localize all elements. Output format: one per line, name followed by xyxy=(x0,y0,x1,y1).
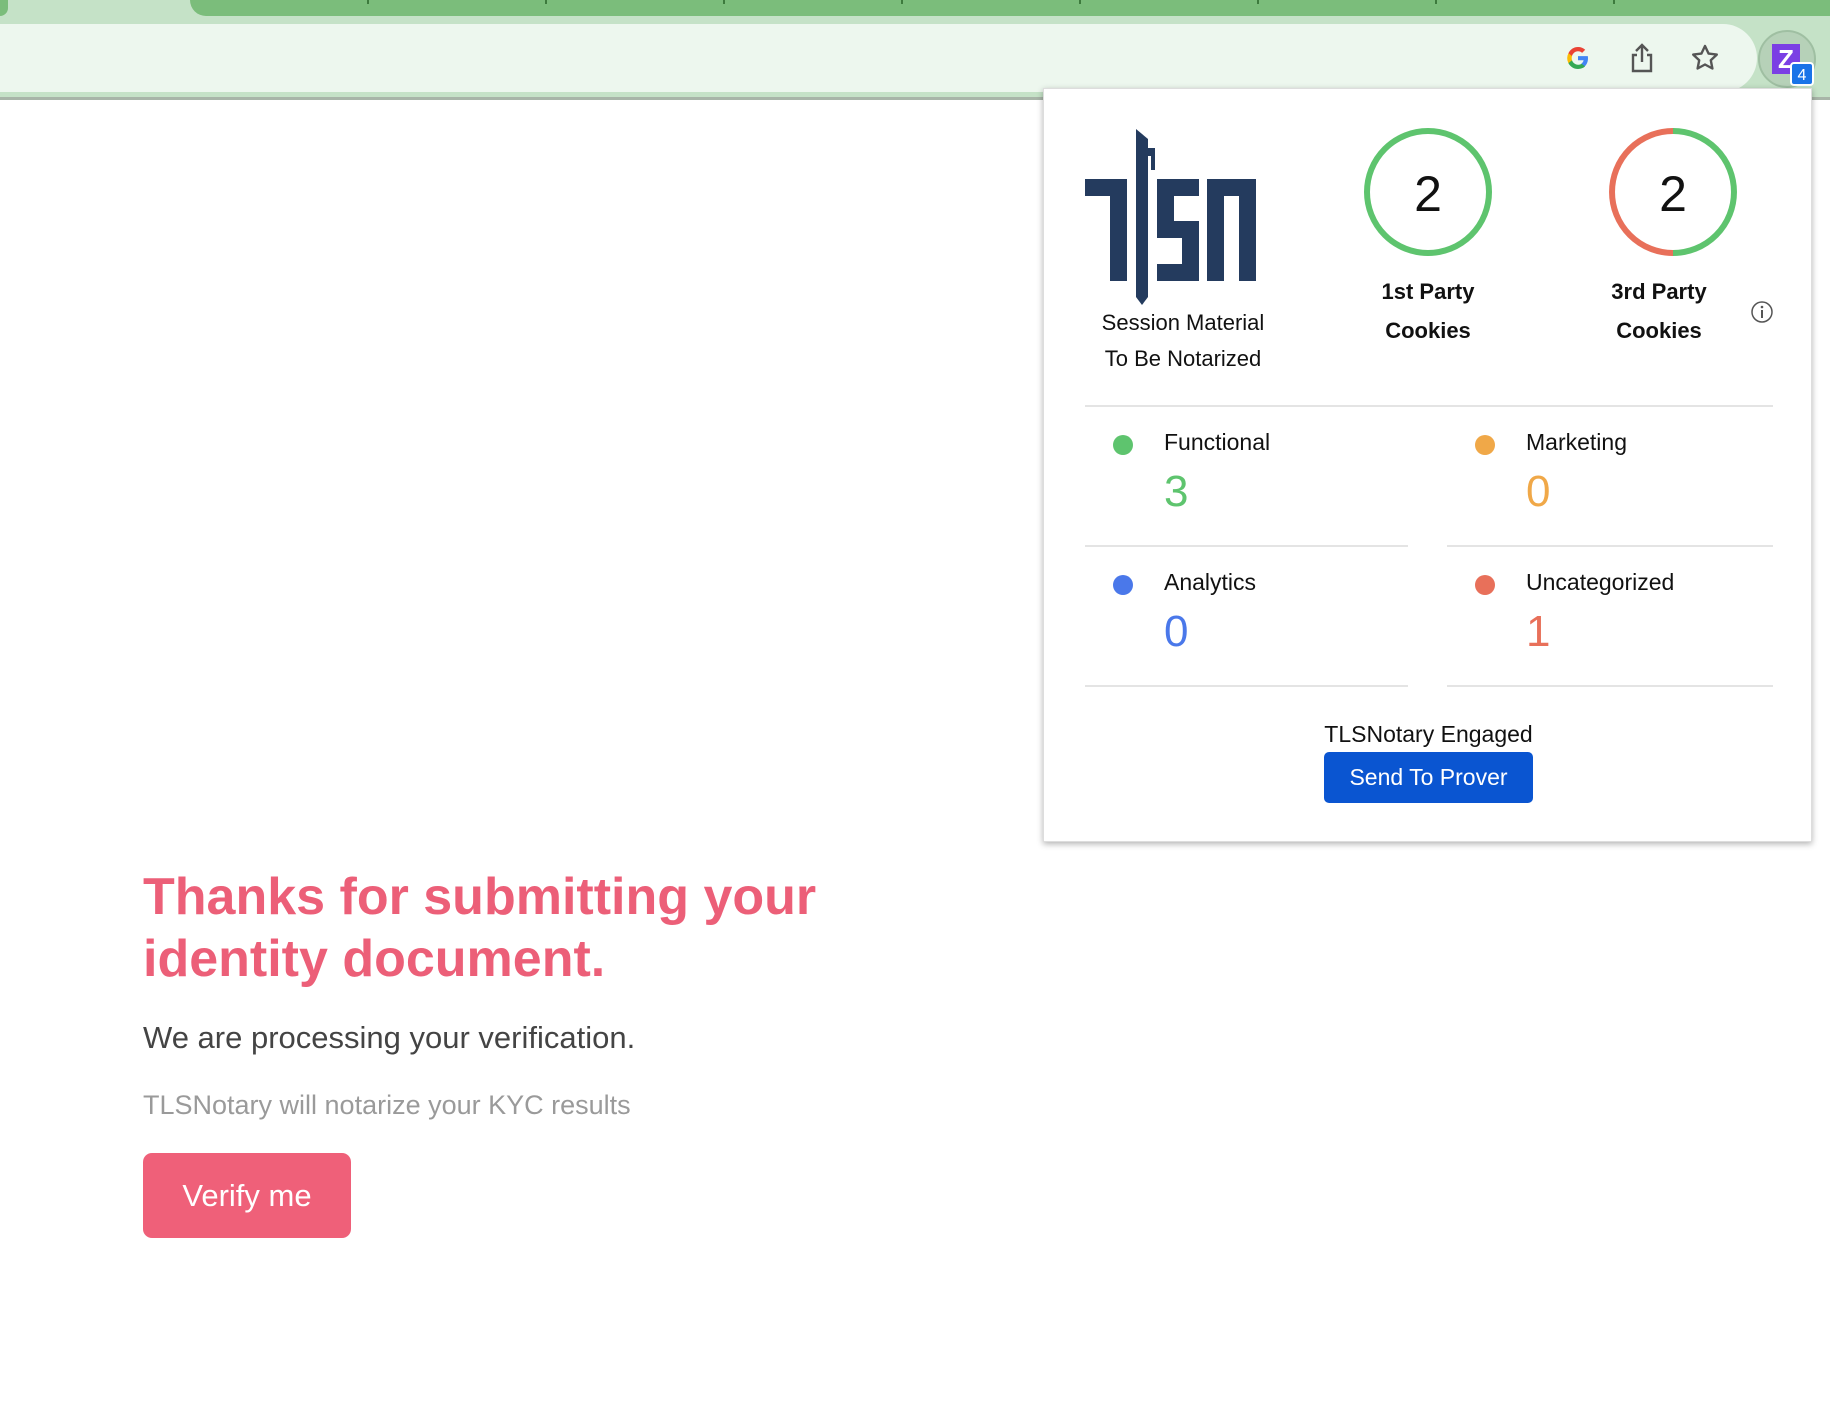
tab-separator xyxy=(723,0,725,4)
analytics-dot xyxy=(1113,575,1133,595)
marketing-dot xyxy=(1475,435,1495,455)
third-party-label-2: Cookies xyxy=(1616,318,1702,343)
star-icon[interactable] xyxy=(1687,40,1723,76)
category-count: 1 xyxy=(1526,607,1551,656)
tab-separator xyxy=(1079,0,1081,4)
first-party-label-2: Cookies xyxy=(1385,318,1471,343)
info-icon[interactable] xyxy=(1750,300,1774,324)
page-title: Thanks for submitting your identity docu… xyxy=(143,868,817,988)
address-bar[interactable] xyxy=(0,24,1757,92)
extension-button[interactable]: Z 4 xyxy=(1758,30,1816,88)
category-label: Uncategorized xyxy=(1526,569,1675,595)
extension-popup: Session Material To Be Notarized 2 1st P… xyxy=(1043,88,1812,842)
logo-caption-line2: To Be Notarized xyxy=(1104,346,1262,371)
first-party-label-1: 1st Party xyxy=(1381,279,1475,304)
first-party-count: 2 xyxy=(1414,166,1442,222)
share-icon[interactable] xyxy=(1624,40,1660,76)
tab-separator xyxy=(367,0,369,4)
verify-me-button[interactable]: Verify me xyxy=(143,1153,351,1238)
extension-badge: 4 xyxy=(1790,62,1814,86)
third-party-count: 2 xyxy=(1659,166,1687,222)
tab-separator xyxy=(545,0,547,4)
divider xyxy=(1447,685,1773,687)
category-uncategorized: Uncategorized 1 xyxy=(1447,545,1773,685)
category-label: Analytics xyxy=(1164,569,1257,595)
category-count: 3 xyxy=(1164,467,1189,516)
subtitle: We are processing your verification. xyxy=(143,1020,636,1055)
category-count: 0 xyxy=(1526,467,1551,516)
send-to-prover-button[interactable]: Send To Prover xyxy=(1324,752,1533,803)
tab-separator xyxy=(1613,0,1615,4)
divider xyxy=(1085,685,1408,687)
category-label: Functional xyxy=(1164,429,1271,455)
tab-separator xyxy=(1435,0,1437,4)
category-analytics: Analytics 0 xyxy=(1085,545,1408,685)
third-party-label-1: 3rd Party xyxy=(1611,279,1707,304)
google-icon[interactable] xyxy=(1560,40,1596,76)
tlsn-logo xyxy=(1085,129,1256,305)
note-text: TLSNotary will notarize your KYC results xyxy=(143,1090,631,1120)
category-count: 0 xyxy=(1164,607,1189,656)
functional-dot xyxy=(1113,435,1133,455)
category-marketing: Marketing 0 xyxy=(1447,405,1773,545)
category-label: Marketing xyxy=(1526,429,1627,455)
uncategorized-dot xyxy=(1475,575,1495,595)
tab-separator xyxy=(1257,0,1259,4)
logo-caption-line1: Session Material xyxy=(1101,310,1265,335)
tab-active[interactable] xyxy=(190,0,1830,16)
category-functional: Functional 3 xyxy=(1085,405,1408,545)
status-text: TLSNotary Engaged xyxy=(1324,721,1533,747)
tab-separator xyxy=(901,0,903,4)
